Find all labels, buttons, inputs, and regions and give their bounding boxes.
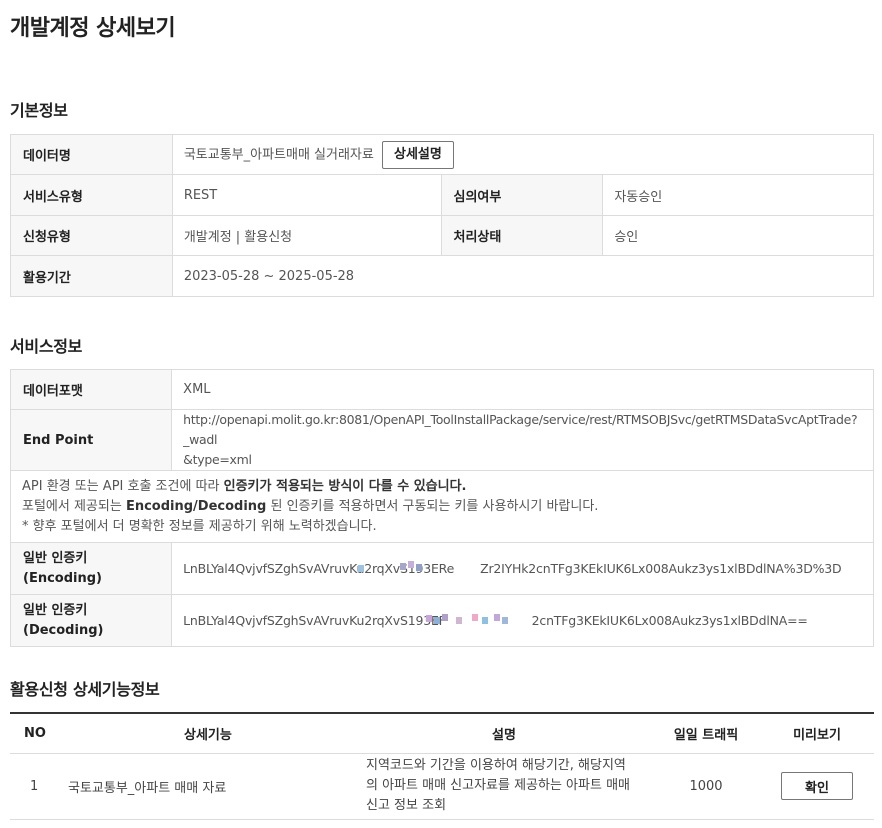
review-value: 자동승인 — [602, 174, 874, 216]
key-encoding-label-line2: (Encoding) — [23, 570, 102, 586]
col-traffic: 일일 트래픽 — [652, 712, 760, 754]
mask-pixel — [472, 614, 479, 621]
mask-pixel — [426, 615, 433, 622]
mask-pixel — [358, 565, 365, 572]
mask-pixel — [434, 617, 441, 624]
row-format: 데이터포맷 XML — [9, 369, 874, 410]
row-apply-type: 신청유형 개발계정 | 활용신청 처리상태 승인 — [10, 215, 874, 256]
row-description-line1: 지역코드와 기간을 이용하여 해당기간, 해당지역 — [366, 758, 626, 773]
row-description-line2: 의 아파트 매매 신고자료를 제공하는 아파트 매매 — [366, 778, 630, 793]
row-no: 1 — [10, 753, 58, 820]
endpoint-label: End Point — [9, 409, 173, 471]
endpoint-value[interactable]: http://openapi.molit.go.kr:8081/OpenAPI_… — [171, 409, 874, 471]
row-key-encoding: 일반 인증키 (Encoding) LnBLYal4QvjvfSZghSvAVr… — [9, 542, 874, 595]
apply-type-label: 신청유형 — [10, 215, 173, 256]
row-description-line3: 신고 정보 조회 — [366, 798, 447, 813]
mask-pixel — [502, 617, 509, 624]
table-row: 1 국토교통부_아파트 매매 자료 지역코드와 기간을 이용하여 해당기간, 해… — [10, 753, 874, 820]
period-label: 활용기간 — [10, 255, 173, 297]
row-data-name: 데이터명 국토교통부_아파트매매 실거래자료 상세설명 — [10, 134, 875, 175]
basic-info-table: 데이터명 국토교통부_아파트매매 실거래자료 상세설명 서비스유형 REST 심… — [10, 134, 875, 297]
row-endpoint: End Point http://openapi.molit.go.kr:808… — [9, 409, 874, 471]
key-decoding-label-line2: (Decoding) — [23, 622, 104, 638]
data-name-label: 데이터명 — [10, 134, 173, 175]
preview-confirm-button[interactable]: 확인 — [781, 772, 853, 800]
notice-line-2-text-a: 포털에서 제공되는 — [22, 498, 126, 514]
data-name-cell: 국토교통부_아파트매매 실거래자료 상세설명 — [171, 134, 875, 175]
mask-pixel — [408, 561, 415, 568]
col-preview: 미리보기 — [760, 712, 874, 754]
key-encoding-text-b: Zr2IYHk2cnTFg3KEkIUK6Lx008Aukz3ys1xlBDdl… — [480, 561, 842, 576]
mask-pixel — [482, 617, 489, 624]
row-description: 지역코드와 기간을 이용하여 해당기간, 해당지역 의 아파트 매매 신고자료를… — [356, 753, 652, 820]
row-preview-cell: 확인 — [760, 753, 874, 820]
row-key-decoding: 일반 인증키 (Decoding) LnBLYal4QvjvfSZghSvAVr… — [9, 594, 874, 647]
notice-line-1-text: API 환경 또는 API 호출 조건에 따라 — [22, 478, 224, 494]
detail-description-button[interactable]: 상세설명 — [382, 140, 454, 169]
period-value: 2023-05-28 ~ 2025-05-28 — [171, 255, 875, 297]
key-decoding-value[interactable]: LnBLYal4QvjvfSZghSvAVruvKu2rqXvS193EF 2cn… — [171, 594, 874, 647]
basic-info-title: 기본정보 — [10, 101, 68, 120]
function-table-header: NO 상세기능 설명 일일 트래픽 미리보기 — [10, 712, 874, 754]
key-decoding-text-b: 2cnTFg3KEkIUK6Lx008Aukz3ys1xlBDdlNA== — [531, 613, 808, 628]
row-notice: API 환경 또는 API 호출 조건에 따라 인증키가 적용되는 방식이 다를… — [10, 470, 874, 543]
col-function: 상세기능 — [58, 712, 356, 754]
row-service-type: 서비스유형 REST 심의여부 자동승인 — [10, 174, 874, 216]
mask-pixel — [416, 564, 423, 571]
function-info-title: 활용신청 상세기능정보 — [10, 680, 160, 699]
col-description: 설명 — [356, 712, 652, 754]
row-period: 활용기간 2023-05-28 ~ 2025-05-28 — [10, 255, 875, 297]
service-type-value: REST — [171, 174, 442, 216]
masked-region — [417, 577, 500, 594]
data-name-value: 국토교통부_아파트매매 실거래자료 — [183, 147, 374, 162]
mask-pixel — [442, 614, 449, 621]
function-table: NO 상세기능 설명 일일 트래픽 미리보기 1 국토교통부_아파트 매매 자료… — [10, 712, 874, 820]
format-value: XML — [171, 369, 874, 410]
review-label: 심의여부 — [440, 174, 604, 216]
status-label: 처리상태 — [440, 215, 604, 256]
notice-line-2-emphasis: Encoding/Decoding — [125, 498, 267, 514]
key-decoding-text-a: LnBLYal4QvjvfSZghSvAVruvKu2rqXvS193EF — [183, 613, 446, 628]
mask-pixel — [456, 617, 463, 624]
key-encoding-label: 일반 인증키 (Encoding) — [9, 542, 173, 595]
status-value: 승인 — [602, 215, 874, 256]
key-decoding-label: 일반 인증키 (Decoding) — [9, 594, 173, 647]
notice-line-2-text-b: 된 인증키를 적용하면서 구동되는 키를 사용하시기 바랍니다. — [266, 498, 599, 514]
notice-line-2: 포털에서 제공되는 Encoding/Decoding 된 인증키를 적용하면서… — [22, 497, 873, 517]
key-encoding-label-line1: 일반 인증키 — [23, 550, 88, 566]
key-notice: API 환경 또는 API 호출 조건에 따라 인증키가 적용되는 방식이 다를… — [10, 470, 874, 543]
format-label: 데이터포맷 — [9, 369, 173, 410]
notice-line-3: * 향후 포털에서 더 명확한 정보를 제공하기 위해 노력하겠습니다. — [22, 518, 377, 534]
notice-line-1: API 환경 또는 API 호출 조건에 따라 인증키가 적용되는 방식이 다를… — [22, 477, 873, 497]
key-encoding-value[interactable]: LnBLYal4QvjvfSZghSvAVruvKu2rqXvS193ERe Zr… — [171, 542, 874, 595]
page-title: 개발계정 상세보기 — [10, 16, 176, 41]
mask-pixel — [400, 563, 407, 570]
service-info-title: 서비스정보 — [10, 337, 83, 356]
endpoint-url-line1: http://openapi.molit.go.kr:8081/OpenAPI_… — [183, 412, 858, 447]
service-info-table: 데이터포맷 XML End Point http://openapi.molit… — [9, 369, 874, 647]
row-function-name: 국토교통부_아파트 매매 자료 — [58, 753, 356, 820]
apply-type-value: 개발계정 | 활용신청 — [171, 215, 442, 256]
service-type-label: 서비스유형 — [10, 174, 173, 216]
col-no: NO — [10, 712, 58, 754]
notice-line-1-emphasis: 인증키가 적용되는 방식이 다를 수 있습니다. — [223, 478, 467, 494]
mask-pixel — [494, 614, 501, 621]
key-decoding-label-line1: 일반 인증키 — [23, 602, 88, 618]
row-traffic: 1000 — [652, 753, 760, 820]
endpoint-url-line2: &type=xml — [183, 452, 252, 467]
